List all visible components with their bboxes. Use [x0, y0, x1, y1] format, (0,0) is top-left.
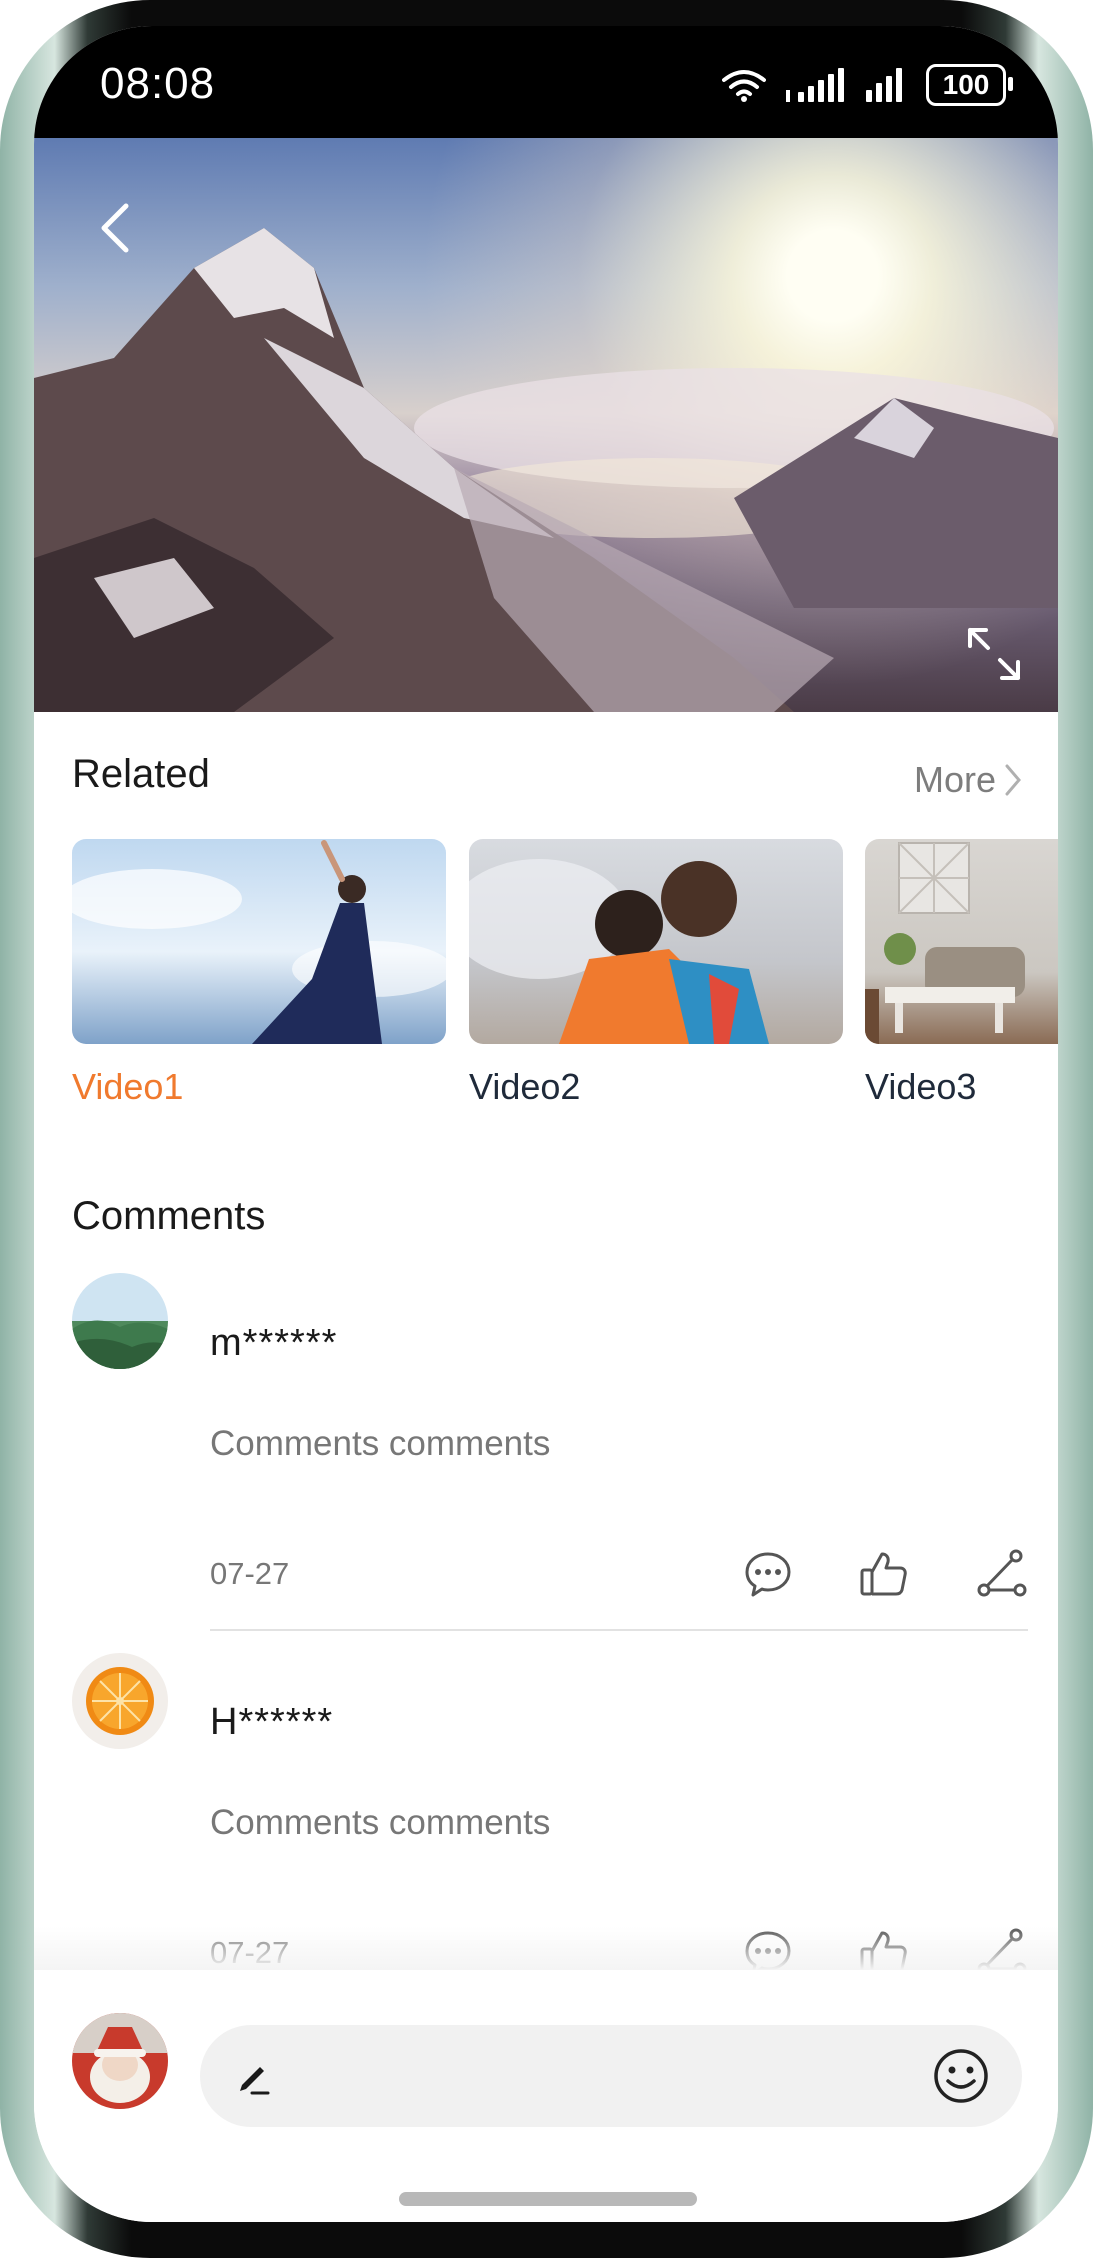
video-thumbnail-3[interactable] — [865, 839, 1058, 1044]
status-time: 08:08 — [100, 59, 216, 108]
video-player[interactable] — [34, 138, 1058, 712]
video-thumbnail-2[interactable] — [469, 839, 843, 1044]
signal-icon-sim2 — [864, 68, 908, 102]
signal-icon-sim1 — [784, 68, 846, 102]
fullscreen-icon[interactable] — [964, 624, 1024, 684]
like-icon[interactable] — [858, 1548, 910, 1600]
share-icon[interactable] — [976, 1548, 1028, 1600]
comment-divider — [210, 1629, 1028, 1631]
comments-title: Comments — [72, 1194, 266, 1238]
video-thumbnail-1[interactable] — [72, 839, 446, 1044]
comment-text: Comments comments — [210, 1424, 551, 1463]
comment-text: Comments comments — [210, 1803, 551, 1842]
comment-username: H****** — [210, 1701, 334, 1743]
back-arrow-icon[interactable] — [90, 198, 140, 258]
avatar[interactable] — [72, 1653, 168, 1749]
comment-date: 07-27 — [210, 1556, 290, 1591]
avatar[interactable] — [72, 1273, 168, 1369]
comment-username: m****** — [210, 1322, 338, 1364]
video-label-1[interactable]: Video1 — [72, 1066, 183, 1108]
screen: 08:08 100 Related More Video1 Video2 Vid… — [34, 26, 1058, 2222]
wifi-icon — [722, 68, 766, 102]
phone-frame: 08:08 100 Related More Video1 Video2 Vid… — [0, 0, 1093, 2258]
my-avatar[interactable] — [72, 2013, 168, 2109]
more-link[interactable]: More — [914, 759, 1024, 801]
related-title: Related — [72, 752, 210, 796]
video-label-3[interactable]: Video3 — [865, 1066, 976, 1108]
home-indicator[interactable] — [399, 2192, 697, 2206]
scroll-fade — [34, 1926, 1058, 1970]
more-label: More — [913, 759, 996, 800]
pen-icon — [240, 2067, 270, 2095]
emoji-icon[interactable] — [932, 2047, 990, 2105]
status-icons: 100 — [722, 64, 1013, 106]
mountain-scenery — [34, 228, 1058, 712]
reply-icon[interactable] — [742, 1548, 794, 1600]
status-bar: 08:08 100 — [34, 26, 1058, 138]
comment-input[interactable] — [200, 2025, 1022, 2127]
chevron-right-icon — [1005, 764, 1021, 796]
battery-icon: 100 — [926, 64, 1013, 106]
video-label-2[interactable]: Video2 — [469, 1066, 580, 1108]
